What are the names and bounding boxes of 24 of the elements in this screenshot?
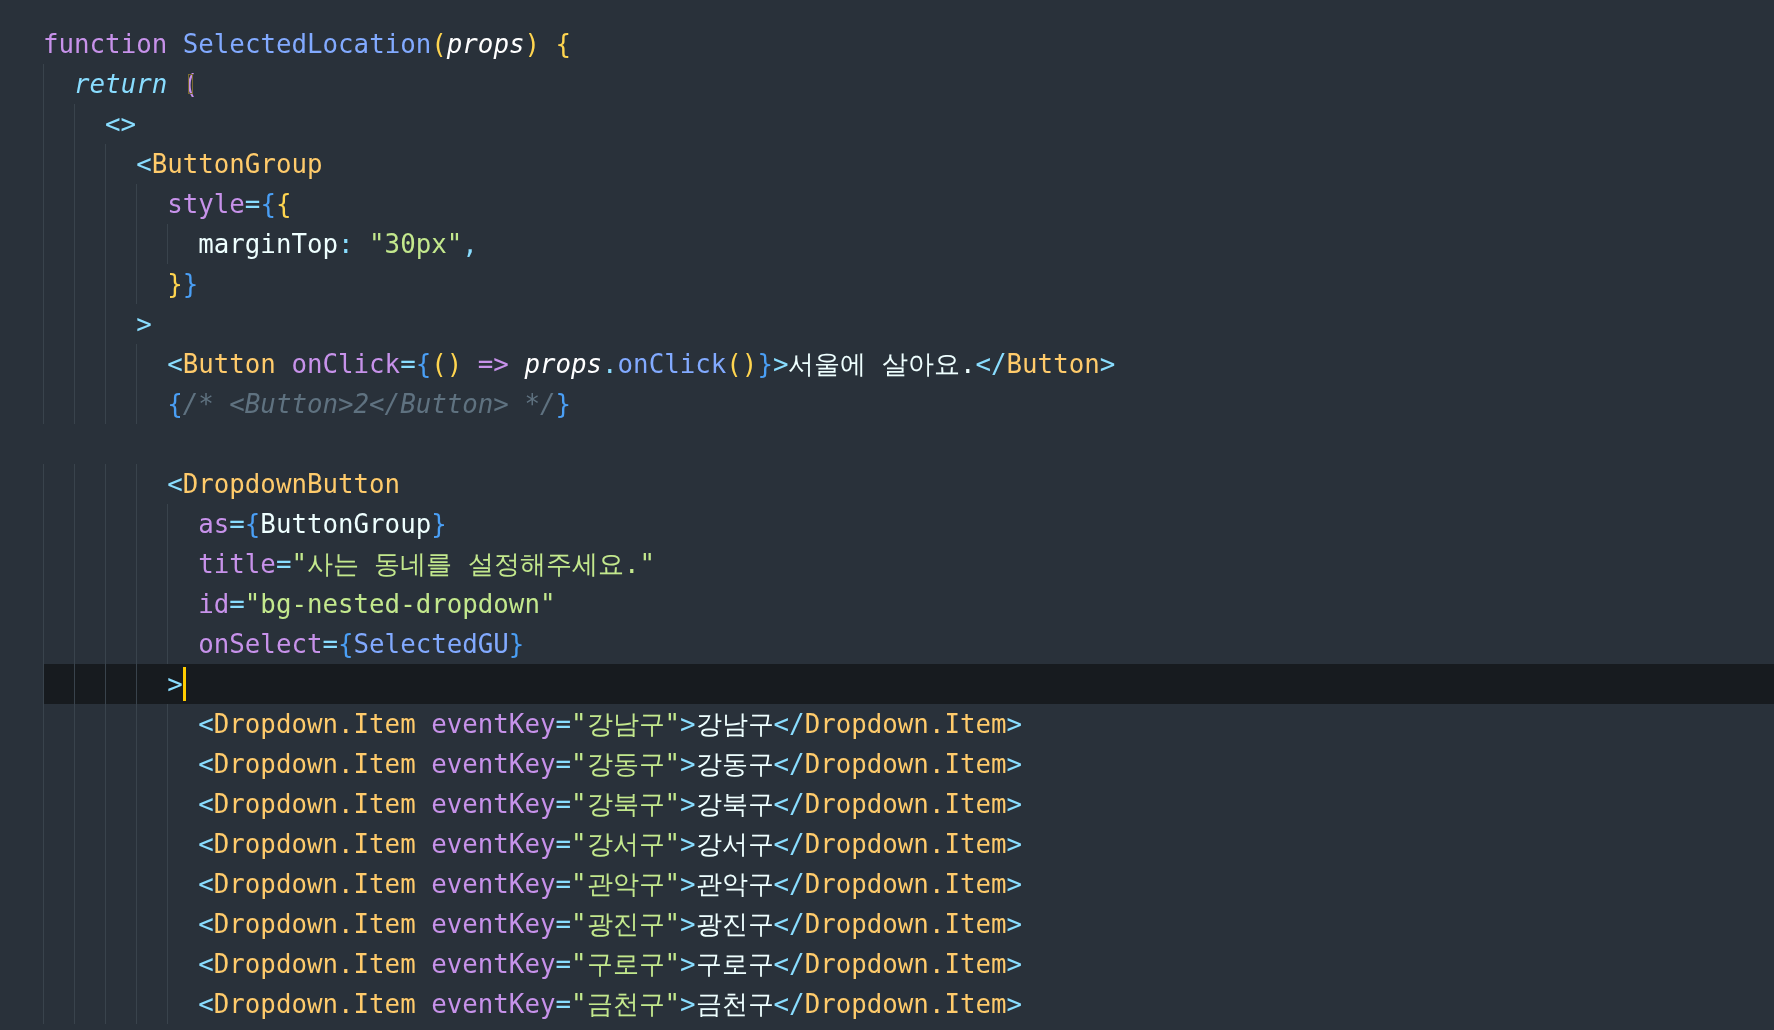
- code-line: >: [167, 668, 183, 701]
- code-line: <ButtonGroup: [136, 148, 323, 181]
- code-line: <Dropdown.Item eventKey="금천구">금천구</Dropdown.Item>: [198, 988, 1023, 1021]
- code-line: >: [136, 308, 152, 341]
- code-line: id="bg-nested-dropdown": [198, 588, 556, 621]
- code-line: <Button onClick={() => props.onClick()}>서울에 살아요.</Button>: [167, 348, 1116, 381]
- code-line: {/* <Button>2</Button> */}: [167, 388, 571, 421]
- code-line: function SelectedLocation(props) {: [43, 28, 572, 61]
- code-line: style={{: [167, 188, 292, 221]
- code-line: <Dropdown.Item eventKey="강북구">강북구</Dropdown.Item>: [198, 788, 1023, 821]
- code-line: onSelect={SelectedGU}: [198, 628, 525, 661]
- code-line: <Dropdown.Item eventKey="강동구">강동구</Dropdown.Item>: [198, 748, 1023, 781]
- code-line: <Dropdown.Item eventKey="강서구">강서구</Dropdown.Item>: [198, 828, 1023, 861]
- code-line: <Dropdown.Item eventKey="광진구">광진구</Dropdown.Item>: [198, 908, 1023, 941]
- code-line: <Dropdown.Item eventKey="관악구">관악구</Dropdown.Item>: [198, 868, 1023, 901]
- code-line: <>: [105, 108, 137, 141]
- code-line: <Dropdown.Item eventKey="강남구">강남구</Dropdown.Item>: [198, 708, 1023, 741]
- code-line: title="사는 동네를 설정해주세요.": [198, 548, 656, 581]
- text-cursor: [182, 667, 186, 701]
- code-line: }}: [167, 268, 199, 301]
- code-line: marginTop: "30px",: [198, 228, 478, 261]
- code-line: as={ButtonGroup}: [198, 508, 447, 541]
- code-line: <Dropdown.Item eventKey="구로구">구로구</Dropdown.Item>: [198, 948, 1023, 981]
- code-line: <DropdownButton: [167, 468, 401, 501]
